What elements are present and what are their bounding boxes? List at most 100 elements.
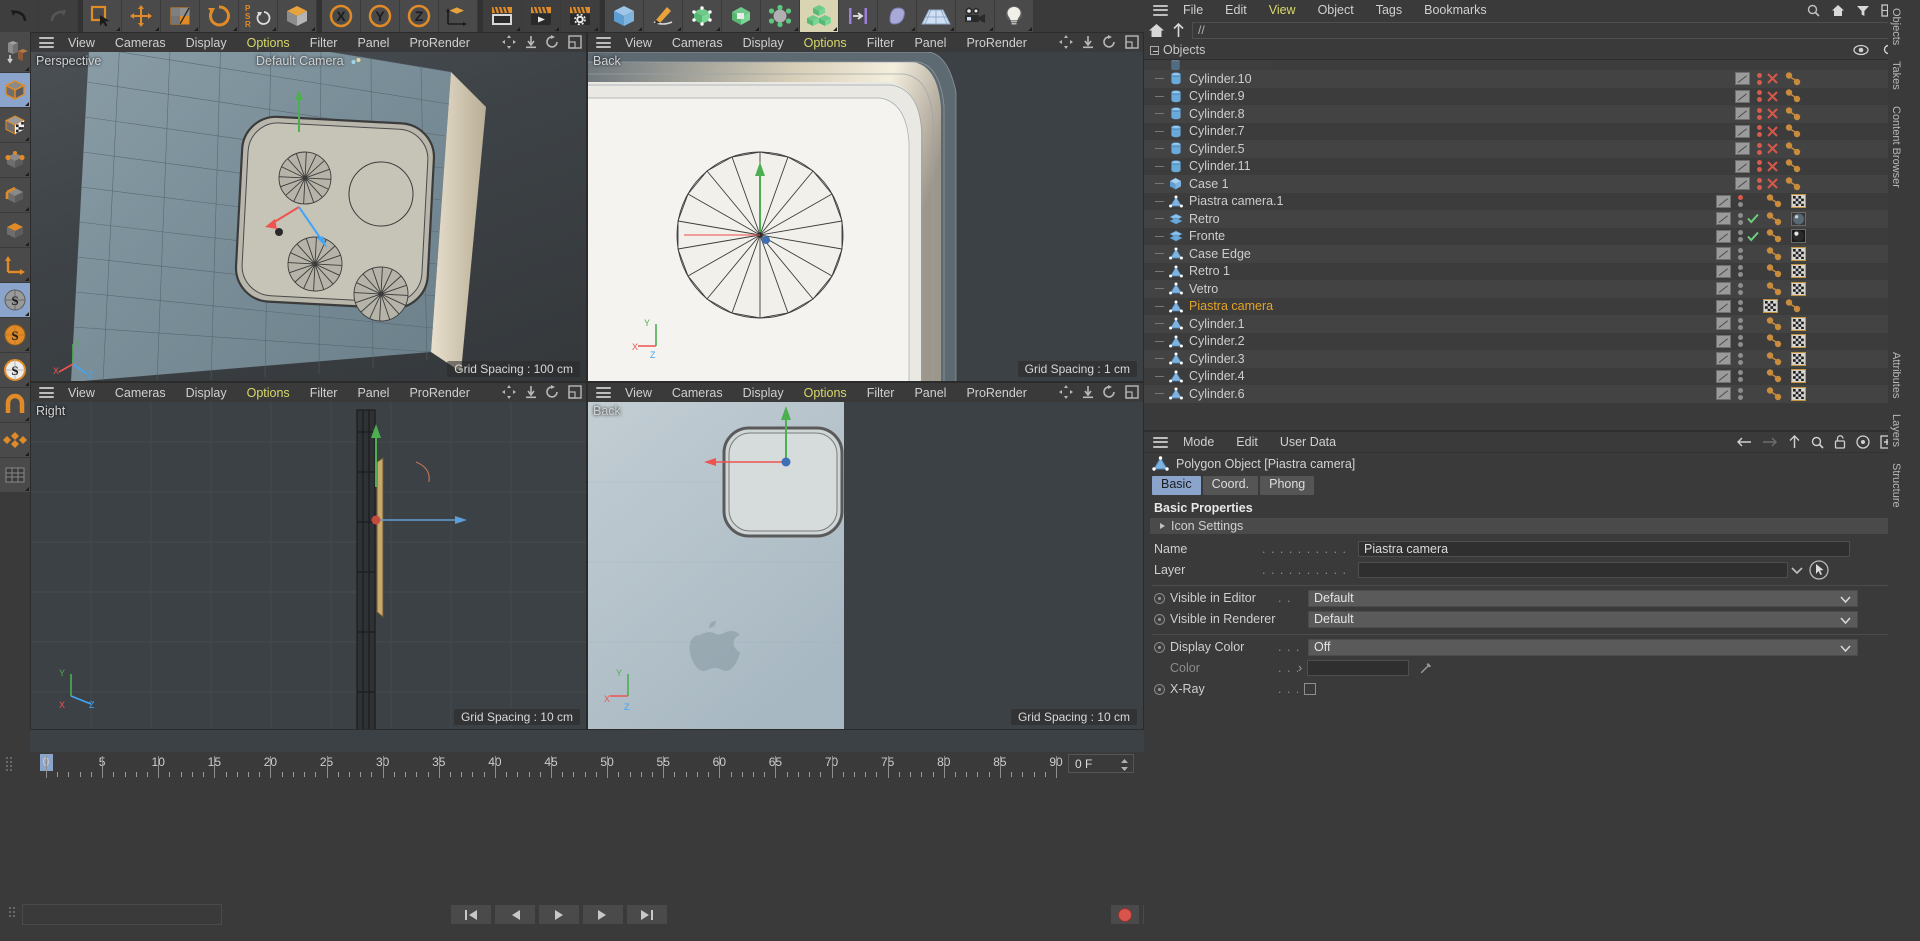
xray-radio[interactable] [1154, 684, 1165, 695]
visible-render-dot[interactable] [1738, 220, 1743, 225]
om-menu-tags[interactable]: Tags [1365, 3, 1413, 17]
target-icon[interactable] [1856, 435, 1870, 449]
vp-menu-filter[interactable]: Filter [300, 36, 348, 50]
floor-icon[interactable] [917, 0, 955, 32]
previous-key-button[interactable] [494, 904, 536, 925]
object-row[interactable]: Case 1 [1144, 175, 1904, 193]
visible-in-editor-combo[interactable]: Default [1308, 590, 1858, 607]
visible-render-dot[interactable] [1738, 377, 1743, 382]
editor-visibility-box[interactable] [1716, 300, 1731, 313]
home-icon[interactable] [1831, 4, 1845, 17]
pan-icon[interactable] [502, 385, 516, 399]
visible-in-renderer-combo[interactable]: Default [1308, 611, 1858, 628]
tag-checker-material[interactable] [1789, 264, 1808, 279]
object-row[interactable]: Fronte [1144, 228, 1904, 246]
visible-render-dot[interactable] [1738, 325, 1743, 330]
back-viewport-bottom[interactable]: View Cameras Display Options Filter Pane… [587, 382, 1144, 730]
chevron-right-icon[interactable]: › [1298, 661, 1302, 675]
object-name[interactable]: Vetro [1185, 282, 1716, 296]
go-to-end-button[interactable] [626, 904, 668, 925]
forward-arrow-icon[interactable] [1762, 436, 1778, 448]
object-row[interactable]: Cylinder.9 [1144, 88, 1904, 106]
search-icon[interactable] [1807, 4, 1820, 17]
snap-icon[interactable] [0, 388, 30, 422]
light-icon[interactable] [995, 0, 1033, 32]
bottombar-drag-handle[interactable] [8, 906, 16, 924]
visibility-dots[interactable] [1735, 283, 1745, 295]
go-to-start-button[interactable] [450, 904, 492, 925]
filter-icon[interactable] [1856, 4, 1870, 17]
editor-visibility-box[interactable] [1716, 282, 1731, 295]
visible-editor-dot[interactable] [1757, 73, 1762, 78]
editor-visibility-box[interactable] [1735, 107, 1750, 120]
rotate-view-icon[interactable] [1103, 35, 1117, 49]
visible-editor-dot[interactable] [1738, 230, 1743, 235]
editor-visibility-box[interactable] [1716, 335, 1731, 348]
object-row[interactable]: Cylinder.3 [1144, 350, 1904, 368]
visibility-dots[interactable] [1735, 335, 1745, 347]
mograph-cloner-icon[interactable] [800, 0, 838, 32]
play-button[interactable] [538, 904, 580, 925]
perspective-viewport-canvas[interactable]: Y X Z Perspective Default Camera Grid Sp… [31, 52, 586, 381]
texture-mode-icon[interactable] [0, 108, 30, 142]
vp-menu-options[interactable]: Options [794, 386, 857, 400]
visible-editor-dot[interactable] [1757, 108, 1762, 113]
vp-menu-cameras[interactable]: Cameras [662, 36, 733, 50]
vp-menu-prorender[interactable]: ProRender [956, 386, 1036, 400]
visible-render-dot[interactable] [1757, 167, 1762, 172]
vp-menu-options[interactable]: Options [794, 36, 857, 50]
record-active-objects-button[interactable] [1110, 904, 1140, 925]
redo-icon[interactable] [39, 0, 77, 32]
visibility-dots[interactable] [1754, 143, 1764, 155]
edge-mode-icon[interactable] [0, 178, 30, 212]
tag-checker-material[interactable] [1789, 194, 1808, 209]
om-menu-edit[interactable]: Edit [1214, 3, 1258, 17]
visible-editor-dot[interactable] [1738, 370, 1743, 375]
visibility-dots[interactable] [1735, 370, 1745, 382]
maximize-view-icon[interactable] [1125, 35, 1139, 49]
psr-icon[interactable]: PSR [239, 0, 277, 32]
visibility-dots[interactable] [1754, 73, 1764, 85]
visibility-dots[interactable] [1735, 213, 1745, 225]
editor-visibility-box[interactable] [1716, 265, 1731, 278]
om-menu-view[interactable]: View [1258, 3, 1307, 17]
object-name[interactable]: Cylinder.9 [1185, 89, 1735, 103]
pan-icon[interactable] [1059, 385, 1073, 399]
scale-icon[interactable] [161, 0, 199, 32]
path-field[interactable]: // [1192, 22, 1900, 39]
object-name[interactable]: Cylinder.6 [1185, 387, 1716, 401]
vp-menu-panel[interactable]: Panel [347, 36, 399, 50]
visible-editor-dot[interactable] [1757, 178, 1762, 183]
object-axis-icon[interactable] [439, 0, 477, 32]
up-arrow-icon[interactable] [1788, 435, 1801, 449]
editor-visibility-box[interactable] [1735, 72, 1750, 85]
layer-field[interactable] [1358, 562, 1788, 578]
vp-menu-options[interactable]: Options [237, 36, 300, 50]
vp-menu-filter[interactable]: Filter [857, 386, 905, 400]
perspective-viewport[interactable]: View Cameras Display Options Filter Pane… [30, 32, 587, 382]
object-name[interactable]: Cylinder.4 [1185, 369, 1716, 383]
pan-icon[interactable] [1059, 35, 1073, 49]
hamburger-icon[interactable] [1153, 437, 1168, 448]
current-frame-field[interactable]: 0 F [1068, 754, 1134, 773]
vp-menu-panel[interactable]: Panel [904, 386, 956, 400]
visible-render-dot[interactable] [1738, 290, 1743, 295]
maximize-view-icon[interactable] [568, 35, 582, 49]
vp-menu-view[interactable]: View [615, 36, 662, 50]
hamburger-icon[interactable] [39, 37, 54, 48]
cube-primitive-icon[interactable] [605, 0, 643, 32]
render-view-icon[interactable] [483, 0, 521, 32]
vp-menu-prorender[interactable]: ProRender [956, 36, 1036, 50]
timeline-ruler[interactable]: 051015202530354045505560657075808590 [0, 752, 1144, 778]
spline-pen-icon[interactable] [644, 0, 682, 32]
world-object-axis-icon[interactable] [278, 0, 316, 32]
visible-editor-dot[interactable] [1738, 248, 1743, 253]
vp-menu-panel[interactable]: Panel [347, 386, 399, 400]
icon-settings-section[interactable]: Icon Settings [1150, 518, 1898, 534]
object-name[interactable]: Cylinder.8 [1185, 107, 1735, 121]
object-row[interactable]: Retro [1144, 210, 1904, 228]
editor-visibility-box[interactable] [1716, 317, 1731, 330]
om-menu-object[interactable]: Object [1307, 3, 1365, 17]
vtab-attributes[interactable]: Attributes [1888, 344, 1904, 406]
vp-menu-prorender[interactable]: ProRender [399, 36, 479, 50]
